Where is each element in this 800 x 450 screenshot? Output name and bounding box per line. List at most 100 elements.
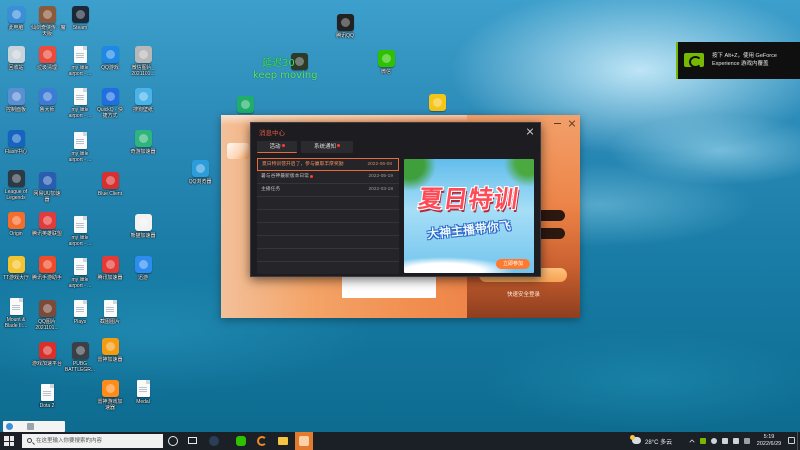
weather-text[interactable]: 28°C 多云 <box>645 437 672 446</box>
desktop-shortcut[interactable]: my little airport - ... <box>64 88 96 119</box>
desktop-shortcut[interactable]: 迅游 <box>127 256 159 281</box>
desktop-shortcut[interactable]: 微信图片_ 2021101... <box>127 46 159 77</box>
desktop-shortcut[interactable]: QQ图片 2021101... <box>31 300 63 331</box>
desktop-shortcut[interactable]: 游戏加速平台 <box>31 342 63 367</box>
task-view-button[interactable] <box>184 432 202 450</box>
desktop-shortcut[interactable]: 仙剑奇侠传 · 魔天版 <box>31 6 65 37</box>
label-line: Plays <box>73 319 87 325</box>
label-line: 迅游 <box>137 275 148 281</box>
nvidia-tray-icon[interactable] <box>700 438 706 444</box>
join-now-button[interactable]: 立即参加 <box>496 259 530 269</box>
desktop-shortcut[interactable]: 垃圾清理 <box>31 46 63 71</box>
desktop-shortcut[interactable]: QuickQ - 快捷方式 <box>94 88 126 119</box>
desktop-shortcut-label: my little airport - ... <box>64 65 96 77</box>
taskbar-app-steam[interactable] <box>205 432 223 450</box>
message-item[interactable]: 主播任务 2022-03-18 <box>257 184 399 197</box>
weather-icon[interactable] <box>630 435 641 444</box>
taskbar-app-wechat[interactable] <box>232 432 250 450</box>
desktop-shortcut[interactable]: QQ浏览器 <box>184 160 216 185</box>
tab-system-notice[interactable]: 系统通知 <box>301 141 353 153</box>
desktop-shortcut[interactable]: 奇游加速器 <box>127 130 159 155</box>
desktop-shortcut[interactable] <box>421 94 453 111</box>
desktop-shortcut[interactable]: Plays <box>64 300 96 325</box>
tab-activity[interactable]: 活动 <box>257 141 297 153</box>
label-line: 搜狗壁纸 <box>132 107 153 113</box>
taskbar-app-folder[interactable] <box>274 432 292 450</box>
desktop-shortcut[interactable] <box>229 96 261 113</box>
clock[interactable]: 5:19 2022/6/29 <box>754 434 784 448</box>
desktop-shortcut-label: 腾讯手游助手 <box>31 275 63 281</box>
desktop-shortcut-label: 雷神加速器 <box>94 357 126 363</box>
clock-time: 5:19 <box>763 434 775 440</box>
qiyou-icon <box>134 130 152 147</box>
cleaner-icon <box>38 46 56 63</box>
desktop-shortcut[interactable]: 此电脑 <box>0 6 32 31</box>
desktop-shortcut[interactable]: my little airport - ... <box>64 216 96 247</box>
event-banner[interactable]: 夏日特训 大神主播带你飞 立即参加 <box>404 159 534 273</box>
desktop-shortcut[interactable]: 腾讯QQ <box>329 14 361 39</box>
notification-icon[interactable] <box>788 437 795 444</box>
desktop-shortcut[interactable]: 熊猫加速器 <box>127 214 159 239</box>
desktop-shortcut[interactable]: 鲁大师 <box>31 88 63 113</box>
desktop-shortcut[interactable]: Dota 2 <box>31 384 63 409</box>
label-line: airport - ... <box>68 283 92 289</box>
desktop-shortcut[interactable]: Origin <box>0 212 32 237</box>
desktop-shortcut[interactable]: Blue Client <box>94 172 126 197</box>
desktop-shortcut[interactable]: 腾讯加速器 <box>94 256 126 281</box>
desktop-shortcut[interactable]: 回收站 <box>0 46 32 71</box>
desktop-shortcut[interactable]: League of Legends <box>0 170 32 201</box>
document-icon <box>103 300 117 317</box>
desktop-shortcut[interactable]: 控制面板 <box>0 88 32 113</box>
network-icon[interactable] <box>722 438 728 444</box>
label-line: 垃圾清理 <box>36 65 57 71</box>
document-icon <box>73 258 87 275</box>
close-icon[interactable] <box>568 119 576 127</box>
desktop-shortcut[interactable]: 腾讯英雄联盟 <box>31 212 63 237</box>
taskbar-app-g[interactable] <box>253 432 271 450</box>
label-line: TT游戏大厅 <box>2 275 30 281</box>
desktop-shortcut[interactable]: 网易UU加速器 <box>31 172 63 203</box>
taskbar-preview-widget[interactable] <box>3 421 65 432</box>
desktop-shortcut[interactable]: PUBG BATTLEGR... <box>64 342 96 373</box>
desktop-shortcut[interactable]: TT游戏大厅 <box>0 256 32 281</box>
desktop-shortcut[interactable]: Mount & Blade II:... <box>0 298 32 329</box>
desktop-shortcut[interactable]: my little airport - ... <box>64 46 96 77</box>
desktop-shortcut[interactable]: my little airport - ... <box>64 258 96 289</box>
desktop-shortcut[interactable]: 雷神加速器 <box>94 338 126 363</box>
quick-secure-login-link[interactable]: 快速安全登录 <box>467 290 580 298</box>
uu-accelerator-icon <box>38 172 56 189</box>
desktop-shortcut[interactable]: 微信 <box>370 50 402 75</box>
chevron-up-icon[interactable] <box>689 439 695 445</box>
message-item[interactable]: 暑与谷神最新版本日常 2022-05-19 <box>257 171 399 184</box>
show-desktop-button[interactable] <box>797 432 798 450</box>
tray-app-icon[interactable] <box>711 438 717 444</box>
desktop-shortcut[interactable]: my little airport - ... <box>64 132 96 163</box>
desktop-shortcut[interactable]: Medal <box>127 380 159 405</box>
pubg-icon <box>71 342 89 359</box>
desktop-shortcut-label: 迅游 <box>127 275 159 281</box>
windows-start-icon[interactable] <box>4 436 14 446</box>
desktop-shortcut[interactable]: 雷神游戏加 速器 <box>94 380 126 411</box>
minimize-icon[interactable] <box>554 123 561 124</box>
taskbar-app-launcher[interactable] <box>295 432 313 450</box>
message-item[interactable]: 夏日特训营开启了，参与赢取丰厚奖励 2022-06-08 <box>257 158 399 171</box>
desktop-shortcut[interactable]: Steam <box>64 6 96 31</box>
tab-label: 活动 <box>269 144 281 150</box>
desktop-shortcut-label: my little airport - ... <box>64 277 96 289</box>
pet-icon <box>428 94 446 111</box>
desktop-shortcut[interactable]: Flash中心 <box>0 130 32 155</box>
geforce-notification-text: 按下 Alt+Z，使用 GeForce Experience 游戏内覆盖 <box>712 52 777 68</box>
label-line: 鲁大师 <box>39 107 55 113</box>
desktop-shortcut[interactable]: 截图图片 <box>94 300 126 325</box>
tt-icon <box>7 256 25 273</box>
close-icon[interactable] <box>526 127 534 135</box>
label-line: 控制面板 <box>5 107 26 113</box>
desktop-shortcut[interactable]: 腾讯手游助手 <box>31 256 63 281</box>
desktop-shortcut[interactable]: QQ游戏 <box>94 46 126 71</box>
desktop-shortcut[interactable]: 搜狗壁纸 <box>127 88 159 113</box>
volume-icon[interactable] <box>733 438 739 444</box>
input-method-icon[interactable] <box>744 438 750 444</box>
search-input[interactable] <box>22 434 163 448</box>
geforce-notification[interactable]: 按下 Alt+Z，使用 GeForce Experience 游戏内覆盖 <box>676 42 800 79</box>
cortana-button[interactable] <box>164 432 182 450</box>
